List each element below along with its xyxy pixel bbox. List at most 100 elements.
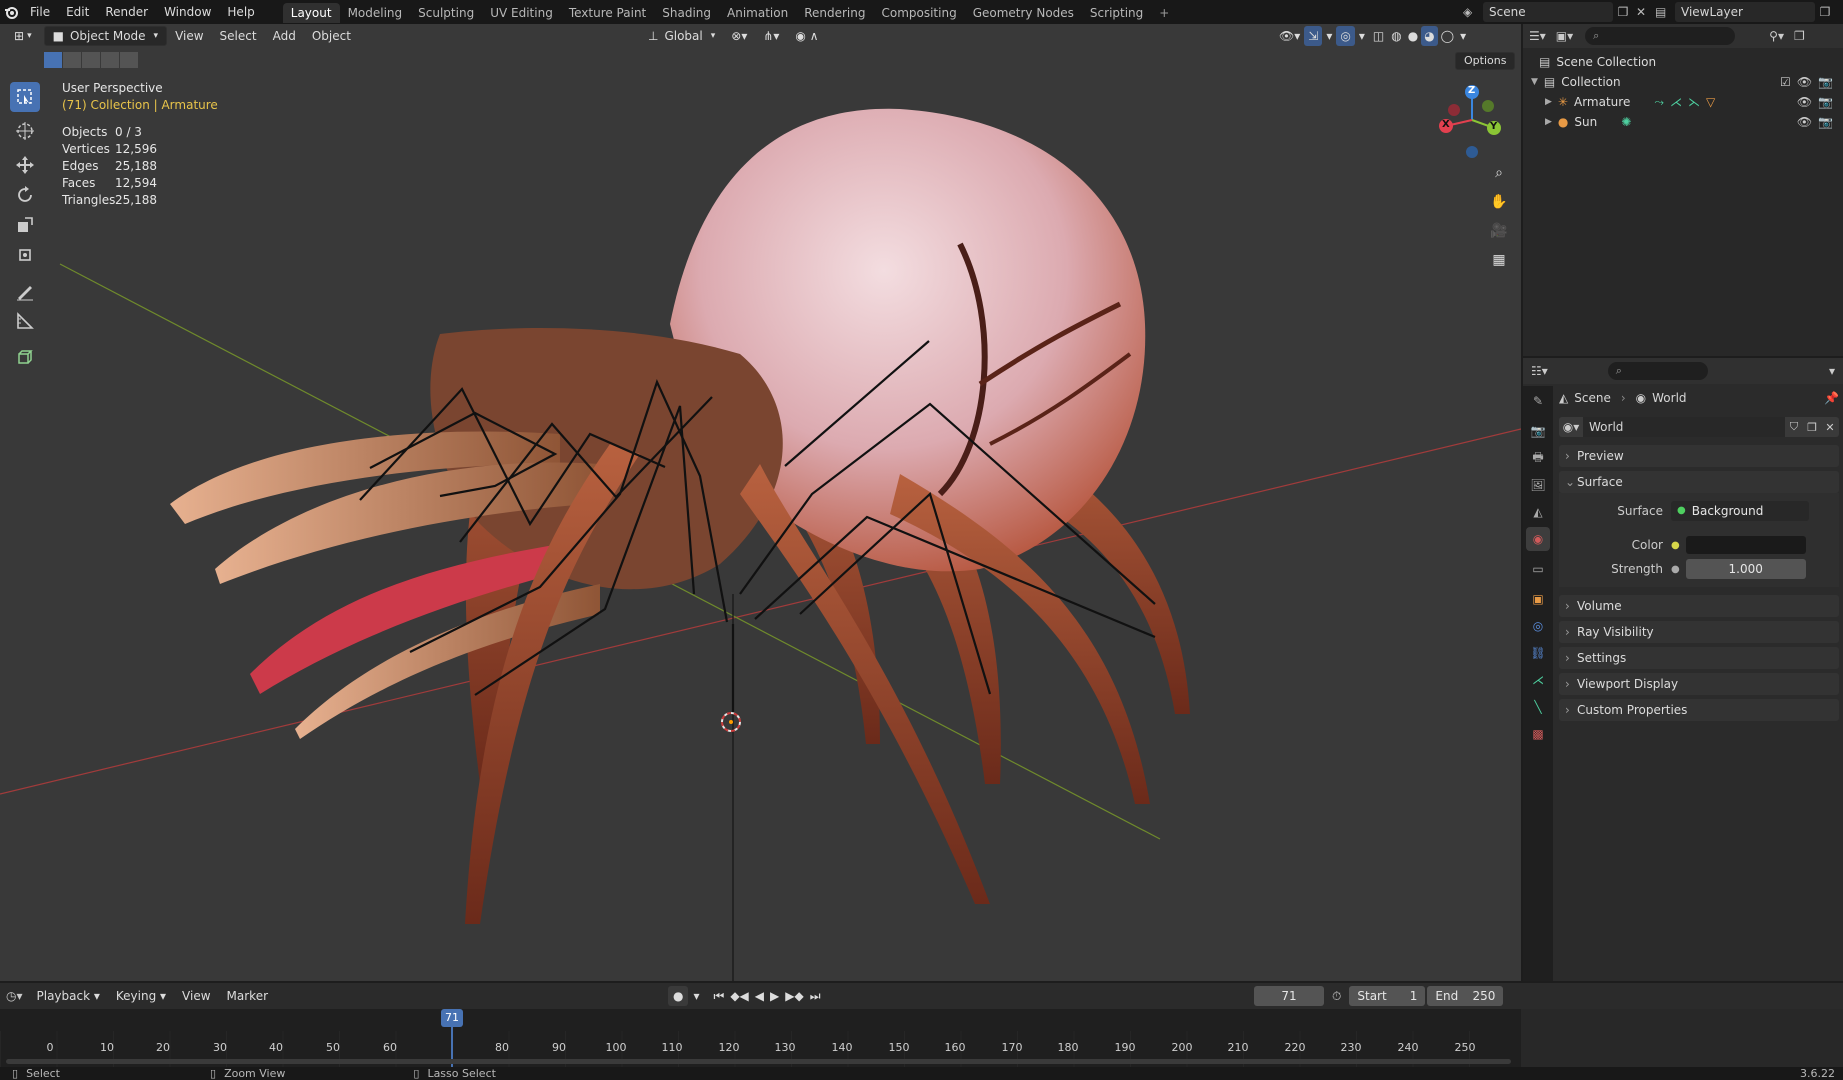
panel-volume[interactable]: › Volume <box>1559 595 1839 617</box>
menu-view[interactable]: View <box>174 986 218 1006</box>
outliner-item-armature[interactable]: ▶ ✳ Armature ⤳ ⋌ ⋋ ▽ 👁 📷 <box>1523 92 1843 112</box>
tab-rendering[interactable]: Rendering <box>796 3 873 23</box>
world-name-field[interactable]: World <box>1583 417 1785 437</box>
pivot-point-icon[interactable]: ⊗▾ <box>723 26 755 46</box>
move-tool[interactable] <box>10 150 40 180</box>
panel-settings[interactable]: › Settings <box>1559 647 1839 669</box>
menu-window[interactable]: Window <box>156 0 219 24</box>
render-camera-icon[interactable]: 📷 <box>1818 112 1833 132</box>
tab-layout[interactable]: Layout <box>282 3 340 23</box>
menu-object[interactable]: Object <box>304 26 359 46</box>
object-tab-icon[interactable]: ▣ <box>1526 587 1550 611</box>
shading-dropdown-icon[interactable]: ▾ <box>1457 26 1469 46</box>
material-shading-icon[interactable]: ◕ <box>1421 26 1438 46</box>
properties-editor-icon[interactable]: ☷▾ <box>1531 364 1548 378</box>
camera-view-icon[interactable]: 🎥 <box>1486 218 1512 244</box>
gizmo-dropdown-icon[interactable]: ▾ <box>1322 26 1336 46</box>
view-layer-tab-icon[interactable]: 🖼 <box>1526 473 1550 497</box>
new-collection-icon[interactable]: ❐ <box>1794 29 1805 43</box>
menu-add[interactable]: Add <box>265 26 304 46</box>
scene-selector[interactable]: ◈ Scene ❐ ✕ <box>1463 2 1649 22</box>
chevron-down-icon[interactable]: ▾ <box>1829 364 1835 378</box>
outliner-item-sun[interactable]: ▶ ● Sun ✺ 👁 📷 <box>1523 112 1843 132</box>
scene-name-field[interactable]: Scene <box>1483 2 1613 22</box>
playhead-frame-label[interactable]: 71 <box>441 1009 463 1027</box>
sun-data-icon[interactable]: ✺ <box>1621 112 1631 132</box>
editor-type-button[interactable]: ⊞ ▾ <box>6 26 40 46</box>
record-icon[interactable]: ● <box>668 986 689 1006</box>
transform-orientation-dropdown[interactable]: ⊥ Global ▾ <box>640 26 723 46</box>
select-new-icon[interactable] <box>44 52 62 68</box>
pin-icon[interactable]: 📌 <box>1824 391 1839 405</box>
gizmo-toggle-icon[interactable]: ⇲ <box>1304 26 1323 46</box>
delete-scene-icon[interactable]: ✕ <box>1633 5 1649 19</box>
mode-dropdown[interactable]: ■ Object Mode ▾ <box>43 26 168 46</box>
mesh-icon[interactable]: ▽ <box>1706 92 1715 112</box>
panel-surface[interactable]: ⌄ Surface <box>1559 471 1839 493</box>
tab-compositing[interactable]: Compositing <box>873 3 964 23</box>
menu-keying[interactable]: Keying ▾ <box>108 986 174 1006</box>
panel-custom-properties[interactable]: › Custom Properties <box>1559 699 1839 721</box>
menu-select[interactable]: Select <box>212 26 265 46</box>
eye-icon[interactable]: 👁 <box>1797 92 1812 112</box>
render-tab-icon[interactable]: 📷 <box>1526 419 1550 443</box>
physics-tab-icon[interactable]: ◎ <box>1526 614 1550 638</box>
tool-tab-icon[interactable]: ✎ <box>1526 389 1550 413</box>
rendered-shading-icon[interactable]: ◯ <box>1438 26 1457 46</box>
play-icon[interactable]: ▶ <box>767 986 782 1006</box>
scale-tool[interactable] <box>10 210 40 240</box>
add-cube-tool[interactable] <box>10 342 40 372</box>
blender-logo-icon[interactable] <box>0 5 22 19</box>
constraints-tab-icon[interactable]: ⛓ <box>1526 641 1550 665</box>
tab-scripting[interactable]: Scripting <box>1082 3 1151 23</box>
prev-keyframe-icon[interactable]: ◆◀ <box>727 986 751 1006</box>
stopwatch-icon[interactable]: ⏱ <box>1332 989 1341 1004</box>
cursor-tool[interactable] <box>10 116 40 146</box>
collection-row[interactable]: ▼ ▤ Collection ☑ 👁 📷 <box>1523 72 1843 92</box>
display-mode-icon[interactable]: ▣▾ <box>1556 29 1573 43</box>
color-socket-icon[interactable]: ● <box>1671 540 1680 551</box>
surface-shader-field[interactable]: ● Background <box>1671 501 1809 521</box>
output-tab-icon[interactable]: 🖶 <box>1526 446 1550 470</box>
texture-tab-icon[interactable]: ▩ <box>1526 722 1550 746</box>
panel-viewport-display[interactable]: › Viewport Display <box>1559 673 1839 695</box>
annotate-tool[interactable] <box>10 276 40 306</box>
scene-collection-row[interactable]: ▤ Scene Collection <box>1523 52 1843 72</box>
view-layer-selector[interactable]: ▤ ViewLayer ❐ <box>1655 2 1835 22</box>
solid-shading-icon[interactable]: ● <box>1405 26 1421 46</box>
checkbox-icon[interactable]: ☑ <box>1780 72 1791 92</box>
snap-icon[interactable]: ⋔▾ <box>755 26 787 46</box>
menu-playback[interactable]: Playback ▾ <box>29 986 108 1006</box>
next-keyframe-icon[interactable]: ▶◆ <box>782 986 806 1006</box>
bone-tab-icon[interactable]: ╲ <box>1526 695 1550 719</box>
timeline-editor-icon[interactable]: ◷▾ <box>6 989 23 1003</box>
fake-user-icon[interactable]: ⛉ <box>1785 417 1803 437</box>
eye-icon[interactable]: 👁 <box>1797 72 1812 92</box>
select-box-tool[interactable] <box>10 82 40 112</box>
panel-preview[interactable]: › Preview <box>1559 445 1839 467</box>
select-intersect-icon[interactable] <box>120 52 138 68</box>
view-layer-name-field[interactable]: ViewLayer <box>1675 2 1815 22</box>
proportional-edit-icon[interactable]: ◉ ∧ <box>787 26 826 46</box>
jump-start-icon[interactable]: ⏮ <box>711 986 728 1006</box>
expand-arrow-icon[interactable]: ▶ <box>1545 112 1552 132</box>
panel-ray-visibility[interactable]: › Ray Visibility <box>1559 621 1839 643</box>
select-invert-icon[interactable] <box>101 52 119 68</box>
tab-sculpting[interactable]: Sculpting <box>410 3 482 23</box>
tab-shading[interactable]: Shading <box>654 3 719 23</box>
tab-animation[interactable]: Animation <box>719 3 796 23</box>
collection-tab-icon[interactable]: ▭ <box>1526 557 1550 581</box>
bone-icon[interactable]: ⋋ <box>1688 92 1700 112</box>
menu-marker[interactable]: Marker <box>219 986 276 1006</box>
menu-view[interactable]: View <box>167 26 211 46</box>
tab-geometry-nodes[interactable]: Geometry Nodes <box>965 3 1082 23</box>
navigation-gizmo[interactable]: Z Y X <box>1432 80 1512 160</box>
pan-hand-icon[interactable]: ✋ <box>1486 189 1512 215</box>
new-view-layer-icon[interactable]: ❐ <box>1815 5 1835 19</box>
rotate-tool[interactable] <box>10 180 40 210</box>
render-camera-icon[interactable]: 📷 <box>1818 92 1833 112</box>
outliner-search-input[interactable]: ⌕ <box>1585 27 1736 45</box>
filter-icon[interactable]: ⚲▾ <box>1769 29 1784 43</box>
select-extend-icon[interactable] <box>63 52 81 68</box>
overlays-toggle-icon[interactable]: ◎ <box>1336 26 1355 46</box>
